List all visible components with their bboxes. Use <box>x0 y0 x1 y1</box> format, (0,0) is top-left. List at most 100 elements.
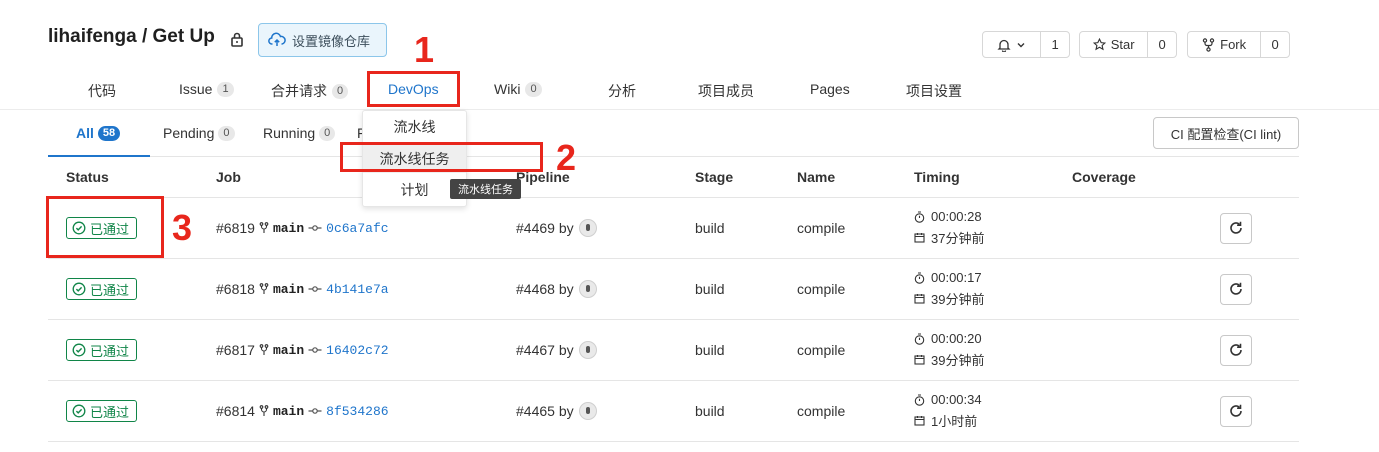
tab-running-label: Running <box>263 125 316 141</box>
repo-title[interactable]: lihaifenga / Get Up <box>48 26 215 48</box>
nav-analytics[interactable]: 分析 <box>608 81 636 101</box>
nav-pages[interactable]: Pages <box>810 81 850 97</box>
status-badge[interactable]: 已通过 <box>66 278 138 300</box>
retry-button[interactable] <box>1220 334 1252 366</box>
notification-dropdown[interactable] <box>983 32 1040 57</box>
branch-link[interactable]: main <box>273 282 304 297</box>
notification-count: 1 <box>1040 32 1069 57</box>
branch-link[interactable]: main <box>273 404 304 419</box>
avatar[interactable] <box>578 341 597 359</box>
branch-link[interactable]: main <box>273 221 304 236</box>
stage-cell: build <box>695 281 725 297</box>
timer-icon <box>914 332 925 345</box>
status-badge[interactable]: 已通过 <box>66 400 138 422</box>
pipeline-link[interactable]: #4468 by <box>516 281 574 297</box>
tab-pending[interactable]: Pending 0 <box>163 125 235 141</box>
table-row: 已通过 #6819 main 0c6a7afc #4469 by build c… <box>48 198 1299 259</box>
job-id-link[interactable]: #6817 <box>216 342 255 358</box>
job-id-link[interactable]: #6818 <box>216 281 255 297</box>
retry-icon <box>1230 343 1242 356</box>
branch-icon <box>259 283 269 294</box>
retry-icon <box>1230 282 1242 295</box>
commit-sha-link[interactable]: 4b141e7a <box>326 282 388 297</box>
commit-icon <box>308 347 322 353</box>
status-badge[interactable]: 已通过 <box>66 339 138 361</box>
commit-sha-link[interactable]: 8f534286 <box>326 404 388 419</box>
status-label: 已通过 <box>90 282 130 298</box>
job-id-link[interactable]: #6819 <box>216 220 255 236</box>
tab-running-badge: 0 <box>319 125 336 141</box>
check-circle-icon <box>72 404 86 418</box>
actions-cell <box>1220 259 1252 319</box>
timer-icon <box>914 210 925 223</box>
avatar[interactable] <box>578 219 597 237</box>
stage-cell: build <box>695 403 725 419</box>
annotation-box-1 <box>367 71 460 107</box>
tab-active-indicator <box>48 155 150 157</box>
pipeline-link[interactable]: #4469 by <box>516 220 574 236</box>
avatar[interactable] <box>578 402 597 420</box>
timer-icon <box>914 393 925 406</box>
timing-cell: 00:00:34 1小时前 <box>914 381 982 441</box>
mirror-repo-button[interactable]: 设置镜像仓库 <box>258 23 387 57</box>
table-row: 已通过 #6818 main 4b141e7a #4468 by build c… <box>48 259 1299 320</box>
nav-analytics-label: 分析 <box>608 83 636 99</box>
stage-cell: build <box>695 342 725 358</box>
nav-settings[interactable]: 项目设置 <box>906 81 962 101</box>
annotation-number-2: 2 <box>556 137 577 178</box>
pipeline-link[interactable]: #4467 by <box>516 342 574 358</box>
notification-button[interactable]: 1 <box>982 31 1070 58</box>
fork-button[interactable]: Fork 0 <box>1187 31 1290 58</box>
calendar-icon <box>914 233 925 243</box>
nav-issue[interactable]: Issue 1 <box>179 81 234 97</box>
dropdown-item-pipelines[interactable]: 流水线 <box>363 113 466 141</box>
calendar-icon <box>914 294 925 304</box>
status-label: 已通过 <box>90 404 130 420</box>
tab-all[interactable]: All 58 <box>76 125 121 141</box>
finished-ago-text: 39分钟前 <box>931 353 985 368</box>
timing-cell: 00:00:20 39分钟前 <box>914 320 984 380</box>
status-cell: 已通过 <box>66 381 138 441</box>
tabs-divider <box>48 156 1299 157</box>
fork-icon <box>1202 37 1215 52</box>
tab-pending-label: Pending <box>163 125 215 141</box>
nav-members[interactable]: 项目成员 <box>698 81 754 101</box>
retry-button[interactable] <box>1220 395 1252 427</box>
tab-all-badge: 58 <box>97 125 121 141</box>
nav-merge-requests-badge: 0 <box>332 83 349 99</box>
fork-count: 0 <box>1260 32 1289 57</box>
retry-button[interactable] <box>1220 273 1252 305</box>
nav-merge-requests[interactable]: 合并请求 0 <box>271 81 349 101</box>
star-button[interactable]: Star 0 <box>1079 31 1177 58</box>
actions-cell <box>1220 198 1252 258</box>
commit-sha-link[interactable]: 16402c72 <box>326 343 388 358</box>
chevron-down-icon <box>1017 42 1025 47</box>
commit-icon <box>308 286 322 292</box>
branch-link[interactable]: main <box>273 343 304 358</box>
nav-wiki-label: Wiki <box>494 81 521 97</box>
timer-icon <box>914 271 925 284</box>
pipeline-link[interactable]: #4465 by <box>516 403 574 419</box>
nav-pages-label: Pages <box>810 81 850 97</box>
tab-running[interactable]: Running 0 <box>263 125 336 141</box>
nav-code[interactable]: 代码 <box>88 81 116 101</box>
branch-icon <box>259 222 269 233</box>
annotation-box-2 <box>340 142 543 172</box>
retry-icon <box>1230 404 1242 417</box>
annotation-number-1: 1 <box>414 29 435 70</box>
check-circle-icon <box>72 343 86 357</box>
commit-sha-link[interactable]: 0c6a7afc <box>326 221 388 236</box>
retry-button[interactable] <box>1220 212 1252 244</box>
ci-lint-button[interactable]: CI 配置检查(CI lint) <box>1153 117 1299 149</box>
nav-wiki[interactable]: Wiki 0 <box>494 81 542 97</box>
mirror-repo-label: 设置镜像仓库 <box>292 33 371 49</box>
avatar[interactable] <box>578 280 597 298</box>
name-cell: compile <box>797 281 846 297</box>
commit-icon <box>308 225 322 231</box>
table-row: 已通过 #6817 main 16402c72 #4467 by build c… <box>48 320 1299 381</box>
status-label: 已通过 <box>90 343 130 359</box>
status-cell: 已通过 <box>66 320 138 380</box>
name-cell: compile <box>797 342 846 358</box>
job-id-link[interactable]: #6814 <box>216 403 255 419</box>
annotation-number-3: 3 <box>172 207 193 248</box>
